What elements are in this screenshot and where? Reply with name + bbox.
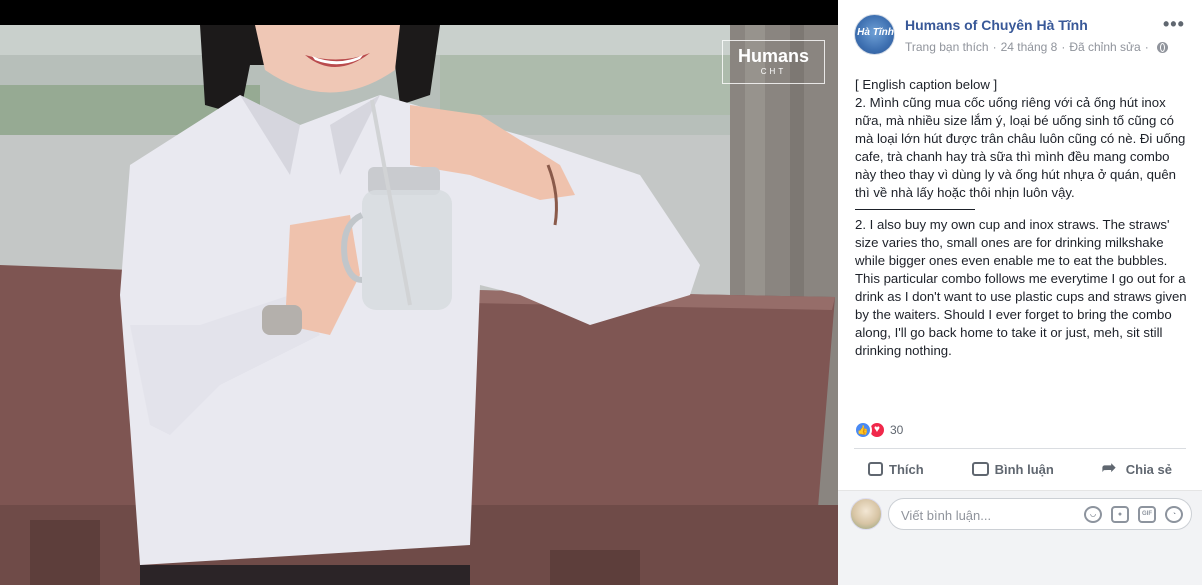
post-side-panel: Hà Tĩnh Humans of Chuyên Hà Tĩnh Trang b… [838, 0, 1202, 585]
watermark-sub-text: CHT [760, 67, 787, 76]
share-button[interactable]: Chia sẻ [1088, 453, 1186, 485]
meta-liked-page[interactable]: Trang bạn thích [905, 40, 989, 54]
edited-label[interactable]: Đã chỉnh sửa [1069, 40, 1140, 54]
comment-tools: ◡ ● GIF ◔ [1084, 506, 1183, 523]
post-date-link[interactable]: 24 tháng 8 [1001, 40, 1058, 54]
reaction-count[interactable]: 30 [890, 423, 903, 437]
facebook-photo-viewer: Humans CHT Hà Tĩnh Humans of Chuyên Hà T… [0, 0, 1202, 585]
page-name-link[interactable]: Humans of Chuyên Hà Tĩnh [905, 17, 1088, 33]
comment-bubble-icon [971, 462, 989, 476]
post-caption: [ English caption below ] 2. Mình cũng m… [855, 76, 1189, 360]
reactions-summary[interactable]: 30 [854, 420, 903, 440]
like-label: Thích [889, 461, 924, 477]
camera-icon[interactable]: ● [1111, 506, 1129, 523]
post-photo[interactable]: Humans CHT [0, 25, 838, 585]
comment-composer: ◡ ● GIF ◔ [838, 490, 1202, 585]
page-avatar-text: Hà Tĩnh [857, 27, 894, 38]
sticker-icon[interactable]: ◔ [1165, 506, 1183, 523]
watermark-main-text: Humans [737, 46, 809, 66]
humans-watermark-logo: Humans CHT [722, 40, 825, 84]
photo-illustration [0, 25, 838, 585]
emoji-icon[interactable]: ◡ [1084, 506, 1102, 523]
comment-input[interactable] [901, 506, 1071, 524]
caption-intro: [ English caption below ] [855, 77, 998, 92]
meta-separator: · [992, 40, 997, 54]
post-header: Hà Tĩnh Humans of Chuyên Hà Tĩnh Trang b… [838, 0, 1202, 70]
like-reaction-icon [854, 421, 872, 439]
share-arrow-icon [1102, 458, 1120, 478]
caption-english: 2. I also buy my own cup and inox straws… [855, 217, 1187, 358]
actions-top-divider [854, 448, 1186, 449]
meta-separator: · [1061, 40, 1066, 54]
thumbs-up-icon [868, 462, 883, 476]
comment-button[interactable]: Bình luận [958, 453, 1068, 485]
globe-icon[interactable] [1156, 41, 1168, 53]
post-meta: Trang bạn thích · 24 tháng 8 · Đã chỉnh … [905, 40, 1168, 54]
post-actions-bar: Thích Bình luận Chia sẻ [854, 452, 1186, 486]
comment-label: Bình luận [994, 461, 1054, 477]
meta-separator: · [1144, 40, 1149, 54]
like-button[interactable]: Thích [854, 453, 938, 485]
more-options-icon[interactable]: ••• [1163, 15, 1185, 33]
photo-viewer[interactable]: Humans CHT [0, 0, 838, 585]
caption-divider-line [855, 202, 975, 210]
page-avatar[interactable]: Hà Tĩnh [854, 14, 895, 55]
caption-vietnamese: 2. Mình cũng mua cốc uống riêng với cả ố… [855, 95, 1186, 200]
share-label: Chia sẻ [1125, 461, 1172, 477]
gif-icon[interactable]: GIF [1138, 506, 1156, 523]
comment-box[interactable]: ◡ ● GIF ◔ [888, 498, 1192, 530]
user-avatar[interactable] [850, 498, 882, 530]
